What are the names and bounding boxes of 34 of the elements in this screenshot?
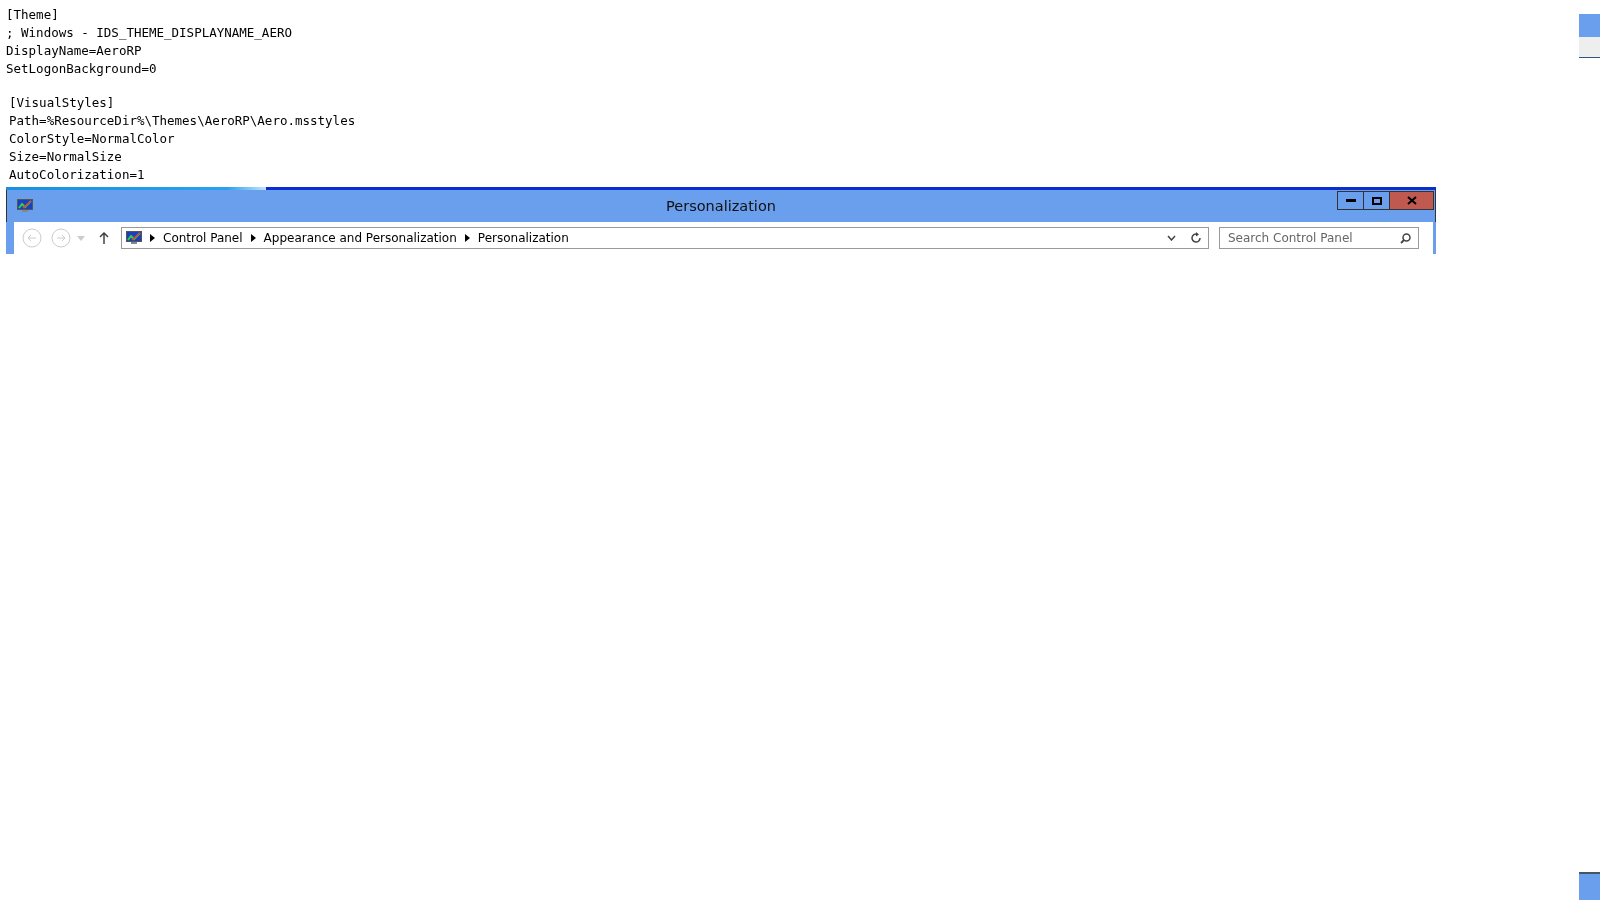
refresh-icon[interactable] xyxy=(1190,232,1202,244)
code-line: [VisualStyles] xyxy=(9,94,116,112)
minimize-button[interactable] xyxy=(1337,191,1364,210)
code-line: [Theme] xyxy=(6,6,60,24)
code-line: DisplayName=AeroRP xyxy=(6,42,143,60)
minimize-icon xyxy=(1345,199,1356,202)
arrow-icon xyxy=(464,234,470,242)
caret-icon xyxy=(77,235,85,241)
code-line: AutoColorization=1 xyxy=(9,166,146,184)
up-arrow-icon xyxy=(99,232,109,244)
code-line: Path=%ResourceDir%\Themes\AeroRP\Aero.msstyles xyxy=(9,112,357,130)
search-icon[interactable] xyxy=(1400,233,1411,244)
code-line: ColorStyle=NormalColor xyxy=(9,130,176,148)
address-bar[interactable]: Control Panel Appearance and Personalization Personalization xyxy=(121,227,1209,249)
close-icon xyxy=(1406,196,1417,205)
window-fragment xyxy=(1579,14,1600,37)
arrow-icon xyxy=(150,234,155,242)
chevron-down-icon[interactable] xyxy=(1167,235,1176,241)
window-fragment xyxy=(1579,872,1600,900)
breadcrumb-link[interactable]: Appearance and Personalization xyxy=(263,231,457,245)
search-field[interactable]: Search Control Panel xyxy=(1219,227,1419,249)
breadcrumb-link[interactable]: Personalization xyxy=(477,231,569,245)
monitor-icon xyxy=(17,199,33,213)
window-title: Personalization xyxy=(666,198,776,214)
code-line: Size=NormalSize xyxy=(9,148,123,166)
breadcrumb-link[interactable]: Control Panel xyxy=(163,231,243,245)
code-line: ; Windows - IDS_THEME_DISPLAYNAME_AERO xyxy=(6,24,293,42)
monitor-icon xyxy=(126,231,142,245)
window-fragment xyxy=(1579,37,1600,58)
maximize-icon xyxy=(1371,196,1382,205)
maximize-button[interactable] xyxy=(1363,191,1390,210)
close-button[interactable] xyxy=(1389,191,1434,210)
arrow-icon xyxy=(250,234,256,242)
code-line: SetLogonBackground=0 xyxy=(6,60,158,78)
